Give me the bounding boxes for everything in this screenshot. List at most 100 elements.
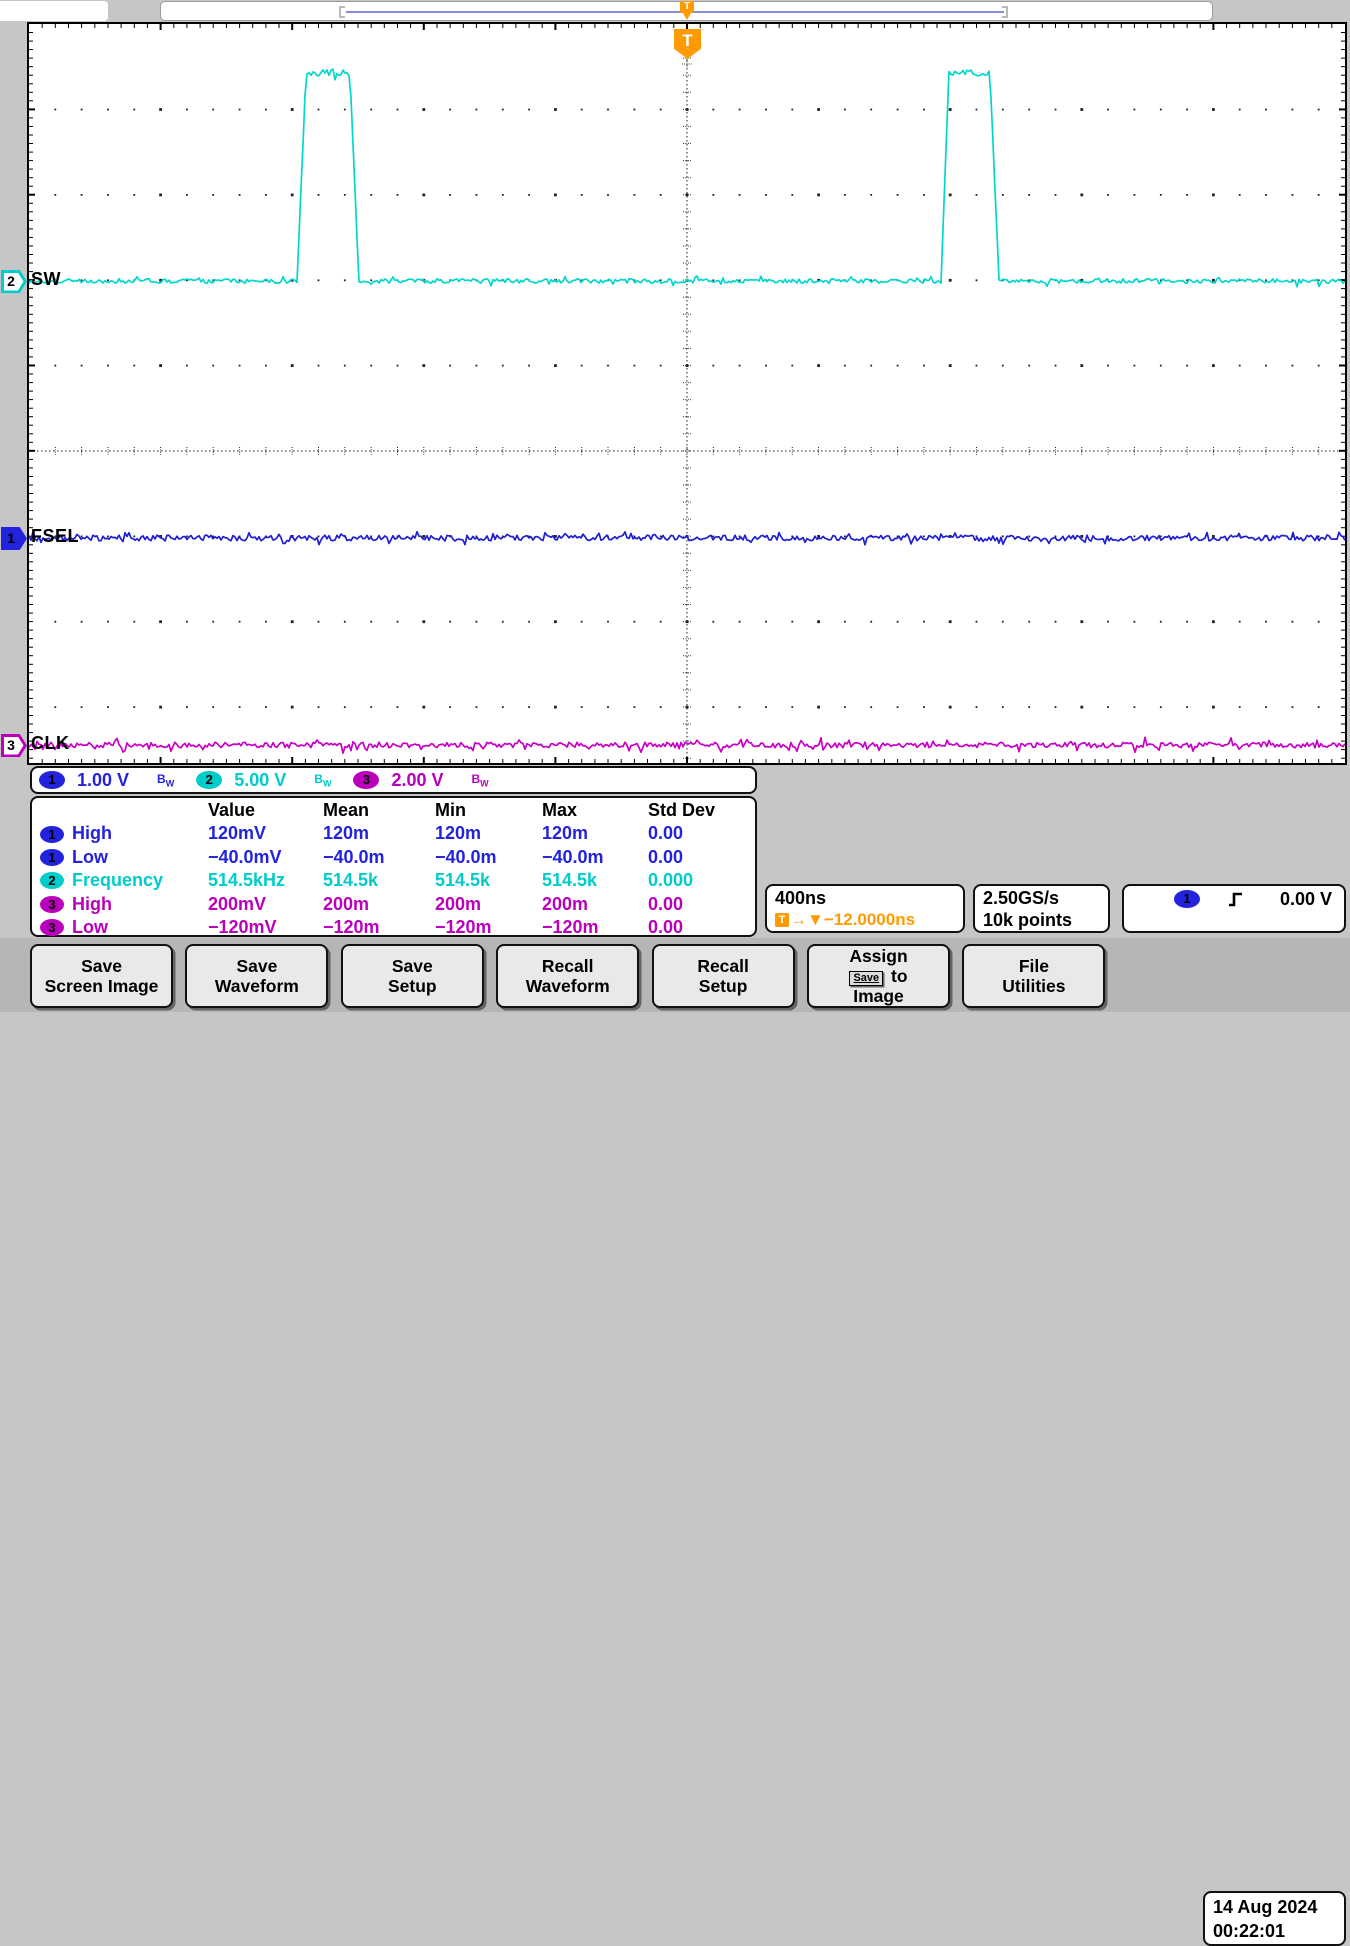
- bandwidth-limit-icon: BW: [157, 772, 174, 788]
- menu-button-line: Save: [392, 956, 433, 976]
- measurement-header: Min: [435, 799, 542, 822]
- measurement-cell: −40.0m: [542, 846, 648, 869]
- time-text: 00:22:01: [1213, 1919, 1344, 1943]
- channel-badge: 3: [40, 896, 64, 913]
- menu-button-save-waveform[interactable]: SaveWaveform: [185, 944, 328, 1008]
- measurement-cell: 200mV: [208, 893, 323, 916]
- bandwidth-limit-icon: BW: [314, 772, 331, 788]
- measurement-cell: 514.5k: [435, 869, 542, 892]
- measurement-cell: [40, 799, 208, 822]
- channel-badge: 3: [353, 771, 379, 789]
- acquisition-readout: 2.50GS/s 10k points: [973, 884, 1110, 933]
- measurement-cell: 200m: [435, 893, 542, 916]
- measurement-row-label: 3 Low: [40, 916, 208, 939]
- menu-button-line: Screen Image: [45, 976, 159, 996]
- measurement-cell: 120m: [435, 822, 542, 845]
- measurement-cell: 0.00: [648, 916, 755, 939]
- menu-button-assign-to-image[interactable]: AssignSave toImage: [807, 944, 950, 1008]
- menu-button-line: Waveform: [215, 976, 299, 996]
- trigger-position-readout: T→▼−12.0000ns: [775, 909, 963, 931]
- record-window-line: [346, 11, 1004, 13]
- channel-badge: 1: [40, 849, 64, 866]
- menu-button-line: Setup: [699, 976, 748, 996]
- channel-3-position-marker[interactable]: 3: [1, 734, 27, 757]
- measurement-row-label: 2 Frequency: [40, 869, 208, 892]
- menu-button-line: Setup: [388, 976, 437, 996]
- trigger-level-value: 0.00 V: [1280, 889, 1332, 910]
- measurement-row-label: 1 High: [40, 822, 208, 845]
- channel-scale-value: 2.00 V: [391, 770, 443, 791]
- bandwidth-limit-icon: BW: [471, 772, 488, 788]
- channel-1-position-marker[interactable]: 1: [1, 527, 27, 550]
- channel-scale-bar: 11.00 VBW25.00 VBW32.00 VBW: [30, 766, 757, 794]
- measurement-row-label: 3 High: [40, 893, 208, 916]
- softkey-menu-bar: SaveScreen ImageSaveWaveformSaveSetupRec…: [0, 938, 1350, 1012]
- channel-2-position-marker[interactable]: 2: [1, 270, 27, 293]
- trace-label-fsel: FSEL: [31, 526, 79, 547]
- channel-badge: 2: [40, 872, 64, 889]
- channel-badge: 1: [39, 771, 65, 789]
- menu-button-line: Save to: [849, 966, 907, 986]
- trace-label-sw: SW: [31, 269, 61, 290]
- measurement-cell: 120m: [542, 822, 648, 845]
- date-text: 14 Aug 2024: [1213, 1895, 1344, 1919]
- trigger-position-value: −12.0000ns: [824, 909, 915, 931]
- channel-badge: 3: [40, 919, 64, 936]
- menu-button-recall-waveform[interactable]: RecallWaveform: [496, 944, 639, 1008]
- measurement-cell: −40.0m: [323, 846, 435, 869]
- channel-number: 1: [1, 528, 21, 548]
- measurement-name: Low: [72, 916, 108, 939]
- menu-button-file-utilities[interactable]: FileUtilities: [962, 944, 1105, 1008]
- channel-scale-entry: 3 2.00 V BW: [353, 770, 510, 791]
- menu-button-line: Waveform: [526, 976, 610, 996]
- measurement-cell: −120m: [323, 916, 435, 939]
- datetime-box: 14 Aug 2024 00:22:01: [1203, 1891, 1346, 1946]
- measurement-name: High: [72, 893, 112, 916]
- measurement-cell: 120mV: [208, 822, 323, 845]
- measurement-cell: 120m: [323, 822, 435, 845]
- measurement-cell: −120m: [542, 916, 648, 939]
- menu-button-line: File: [1019, 956, 1049, 976]
- record-window-bracket-left: [339, 6, 345, 18]
- arrow-icon: →: [790, 909, 807, 931]
- trigger-position-icon: T: [680, 1, 694, 13]
- measurement-name: Low: [72, 846, 108, 869]
- menu-button-line: Image: [853, 986, 904, 1006]
- measurement-name: High: [72, 822, 112, 845]
- menu-button-save-setup[interactable]: SaveSetup: [341, 944, 484, 1008]
- measurement-cell: 0.00: [648, 893, 755, 916]
- top-left-box: [0, 1, 108, 21]
- rising-edge-icon: [1228, 889, 1244, 909]
- menu-button-line: Save: [81, 956, 122, 976]
- measurement-cell: −40.0m: [435, 846, 542, 869]
- trigger-t-icon: T: [775, 913, 789, 927]
- record-window-bracket-right: [1002, 6, 1008, 18]
- measurement-row-label: 1 Low: [40, 846, 208, 869]
- channel-scale-value: 1.00 V: [77, 770, 129, 791]
- measurement-cell: 514.5kHz: [208, 869, 323, 892]
- measurement-name: Frequency: [72, 869, 163, 892]
- measurement-header: Mean: [323, 799, 435, 822]
- menu-button-line: Recall: [697, 956, 749, 976]
- menu-button-line: Assign: [849, 946, 907, 966]
- oscilloscope-screen: { "palette": { "ch1_blue": "#2323dd", "c…: [0, 0, 1350, 1012]
- menu-button-save-screen-image[interactable]: SaveScreen Image: [30, 944, 173, 1008]
- graticule: T: [27, 22, 1347, 765]
- measurement-header: Value: [208, 799, 323, 822]
- trigger-position-pointer-icon: [683, 13, 691, 20]
- trigger-readout: 1 0.00 V: [1122, 884, 1346, 933]
- channel-badge: 1: [40, 826, 64, 843]
- menu-button-line: Save: [236, 956, 277, 976]
- measurement-cell: 0.000: [648, 869, 755, 892]
- channel-number: 2: [1, 271, 21, 291]
- menu-button-recall-setup[interactable]: RecallSetup: [652, 944, 795, 1008]
- measurement-cell: 0.00: [648, 846, 755, 869]
- menu-button-line: Recall: [542, 956, 594, 976]
- channel-badge: 2: [196, 771, 222, 789]
- sample-rate: 2.50GS/s: [983, 887, 1108, 909]
- trace-label-clk: CLK: [31, 733, 70, 754]
- horizontal-readout: 400ns T→▼−12.0000ns: [765, 884, 965, 933]
- measurement-cell: −120mV: [208, 916, 323, 939]
- triangle-down-icon: ▼: [807, 909, 824, 931]
- measurement-cell: 514.5k: [323, 869, 435, 892]
